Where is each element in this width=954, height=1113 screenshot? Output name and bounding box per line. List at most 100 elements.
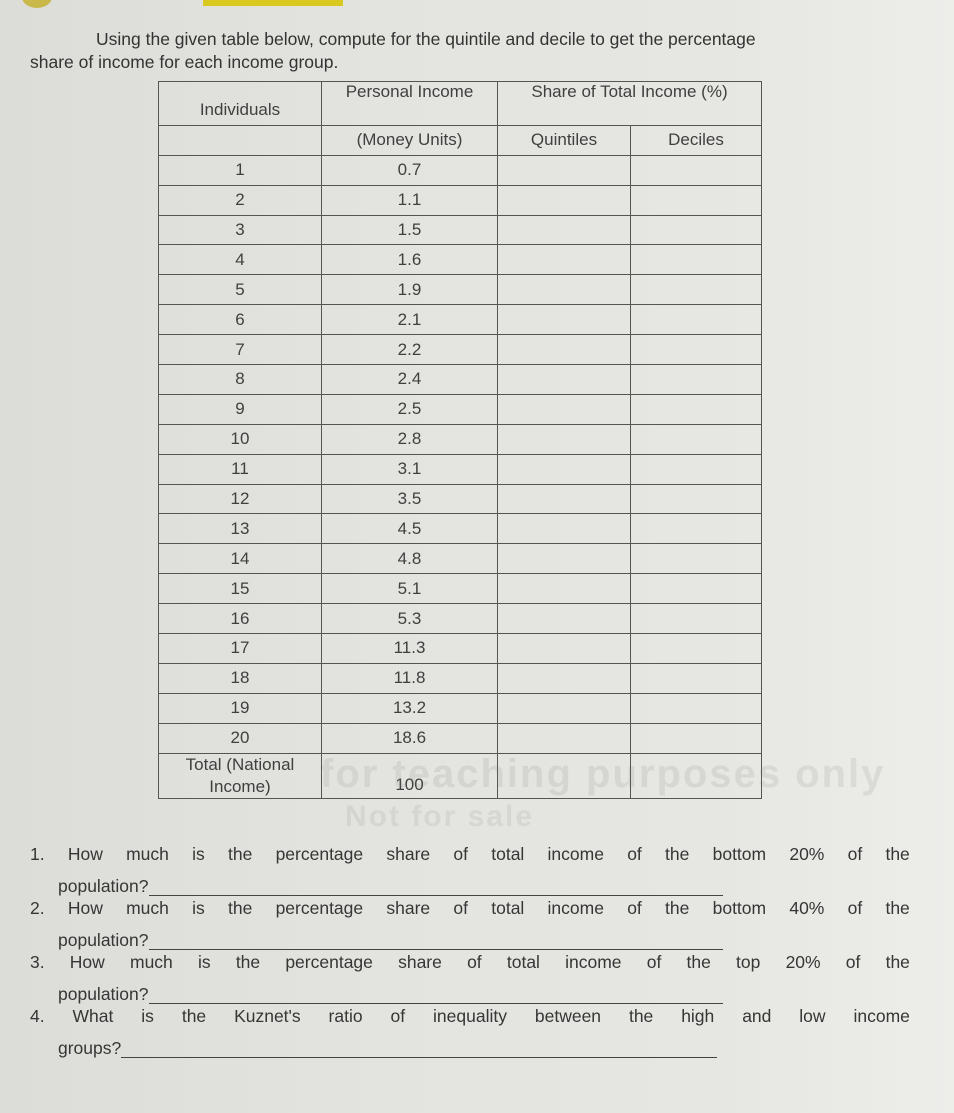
table-row: 12 3.5	[158, 483, 763, 515]
individual-cell: 8	[158, 364, 322, 395]
question-word: the	[885, 898, 910, 918]
decile-cell[interactable]	[629, 244, 763, 276]
income-cell: 0.7	[321, 154, 498, 186]
question-word: How	[69, 952, 105, 972]
income-cell: 3.1	[321, 453, 498, 485]
decile-cell[interactable]	[629, 722, 763, 754]
decile-cell[interactable]	[629, 304, 763, 336]
income-cell: 1.5	[321, 214, 498, 246]
income-cell: 2.2	[321, 334, 498, 366]
quintile-cell[interactable]	[497, 393, 631, 425]
table-row: 8 2.4	[158, 364, 763, 395]
answer-blank[interactable]	[121, 1039, 718, 1058]
question-word: of	[845, 952, 861, 972]
quintile-cell[interactable]	[497, 154, 631, 186]
quintile-cell[interactable]	[497, 603, 631, 635]
instructions: Using the given table below, compute for…	[30, 28, 920, 74]
highlight-bar	[203, 0, 343, 6]
quintile-cell[interactable]	[497, 423, 631, 455]
question-item: 2. How much is the percentage share of total inco…	[30, 896, 910, 950]
question-word: share	[398, 952, 442, 972]
individual-cell: 6	[158, 304, 322, 336]
individual-cell: 20	[158, 722, 322, 754]
question-word: is	[192, 844, 205, 864]
quintile-cell[interactable]	[497, 304, 631, 336]
table-row: 3 1.5	[158, 214, 763, 246]
question-item: 1. How much is the percentage share of total inco…	[30, 842, 910, 896]
question-word: total	[491, 844, 525, 864]
decile-cell[interactable]	[629, 603, 763, 635]
question-item: 4. What is the Kuznet's ratio of inequality betw…	[30, 1004, 910, 1058]
decile-cell[interactable]	[629, 274, 763, 306]
table-row: 9 2.5	[158, 393, 763, 425]
question-word: percentage	[275, 844, 364, 864]
income-cell: 4.8	[321, 543, 498, 575]
income-cell: 1.1	[321, 184, 498, 216]
quintile-cell[interactable]	[497, 244, 631, 276]
decile-cell[interactable]	[629, 154, 763, 186]
question-word: of	[453, 898, 468, 918]
question-word: high	[681, 1006, 715, 1026]
question-word: How	[67, 898, 103, 918]
quintile-cell[interactable]	[497, 364, 631, 395]
question-number: 1.	[30, 844, 45, 864]
individual-cell: 17	[158, 633, 322, 664]
quintile-cell[interactable]	[497, 334, 631, 366]
question-word: income	[565, 952, 622, 972]
answer-blank[interactable]	[148, 931, 723, 950]
question-word: percentage	[275, 898, 364, 918]
question-word: of	[646, 952, 662, 972]
question-continuation: population?	[58, 984, 149, 1004]
quintile-cell[interactable]	[497, 483, 631, 515]
decile-cell[interactable]	[629, 214, 763, 246]
table-row: 16 5.3	[158, 603, 763, 635]
quintile-cell[interactable]	[497, 573, 631, 605]
individual-cell: 9	[158, 393, 322, 425]
header-personal-income: Personal Income	[321, 81, 498, 126]
quintile-cell[interactable]	[497, 184, 631, 216]
quintile-cell[interactable]	[497, 453, 631, 485]
decile-cell[interactable]	[629, 184, 763, 216]
quintile-cell[interactable]	[497, 722, 631, 754]
decile-cell[interactable]	[629, 423, 763, 455]
decile-cell[interactable]	[629, 662, 763, 694]
answer-blank[interactable]	[148, 985, 723, 1004]
question-word: What	[72, 1006, 114, 1026]
income-cell: 13.2	[321, 692, 498, 724]
decile-cell[interactable]	[629, 364, 763, 395]
individual-cell: 18	[158, 662, 322, 694]
question-word: low	[799, 1006, 826, 1026]
table-row: 1 0.7	[158, 154, 763, 186]
quintile-cell[interactable]	[497, 633, 631, 664]
quintile-cell[interactable]	[497, 214, 631, 246]
decile-cell[interactable]	[629, 513, 763, 545]
answer-blank[interactable]	[148, 877, 723, 896]
question-word: the	[628, 1006, 654, 1026]
question-number: 3.	[30, 952, 45, 972]
income-cell: 5.3	[321, 603, 498, 635]
decile-cell[interactable]	[629, 573, 763, 605]
question-word: bottom	[712, 844, 767, 864]
quintile-cell[interactable]	[497, 662, 631, 694]
quintile-cell[interactable]	[497, 274, 631, 306]
question-word: income	[547, 844, 604, 864]
header-quintiles: Quintiles	[497, 124, 631, 156]
decile-cell[interactable]	[629, 453, 763, 485]
question-word: share	[386, 844, 431, 864]
decile-cell[interactable]	[629, 543, 763, 575]
decile-cell[interactable]	[629, 692, 763, 724]
decile-cell[interactable]	[629, 483, 763, 515]
individual-cell: 13	[158, 513, 322, 545]
table-row: 14 4.8	[158, 543, 763, 575]
decile-cell[interactable]	[629, 393, 763, 425]
quintile-cell[interactable]	[497, 692, 631, 724]
question-word: of	[847, 844, 863, 864]
question-word: the	[235, 952, 261, 972]
question-word: of	[627, 898, 642, 918]
decile-cell[interactable]	[629, 334, 763, 366]
questions-list: 1. How much is the percentage share of total inco…	[30, 842, 910, 1058]
quintile-cell[interactable]	[497, 513, 631, 545]
question-continuation: population?	[58, 876, 149, 896]
quintile-cell[interactable]	[497, 543, 631, 575]
decile-cell[interactable]	[629, 633, 763, 664]
